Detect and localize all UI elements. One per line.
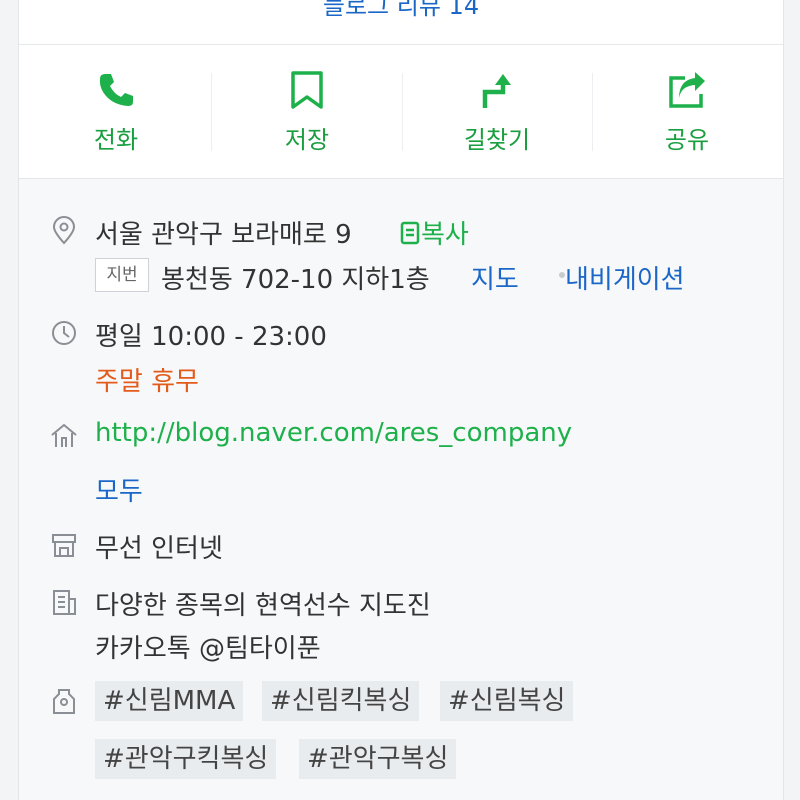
store-icon	[52, 534, 76, 557]
tag-icon	[53, 689, 75, 714]
blog-review-bar[interactable]: 블로그 리뷰 14	[19, 0, 783, 45]
description-line-2: 카카오톡 @팀타이푼	[95, 634, 321, 664]
hashtag-chip[interactable]: #신림킥복싱	[262, 681, 420, 721]
navigation-link[interactable]: 내비게이션	[565, 259, 685, 296]
jibun-badge: 지번	[95, 258, 149, 292]
road-address: 서울 관악구 보라매로 9	[95, 220, 352, 250]
jibun-address: 봉천동 702-10 지하1층	[161, 265, 430, 295]
home-icon	[51, 423, 77, 447]
share-button[interactable]: 공유	[592, 45, 782, 178]
hashtag-chip[interactable]: #신림MMA	[95, 681, 244, 721]
blog-review-link[interactable]: 블로그 리뷰 14	[19, 0, 783, 21]
clock-icon	[52, 321, 76, 345]
description-line-1: 다양한 종목의 현역선수 지도진	[95, 591, 431, 621]
copy-label: 복사	[421, 220, 469, 250]
location-pin-icon	[52, 216, 76, 245]
website-link[interactable]: http://blog.naver.com/ares_company	[95, 418, 572, 448]
share-label: 공유	[664, 126, 710, 154]
hashtag-chip[interactable]: #관악구복싱	[299, 739, 457, 779]
save-button[interactable]: 저장	[212, 45, 402, 178]
amenities-text: 무선 인터넷	[95, 534, 223, 564]
phone-icon	[99, 74, 133, 106]
hashtag-chip[interactable]: #관악구킥복싱	[95, 739, 277, 779]
share-icon	[669, 72, 705, 108]
copy-address-button[interactable]: 복사	[399, 214, 469, 251]
directions-label: 길찾기	[463, 126, 531, 154]
website-more-link[interactable]: 모두	[95, 471, 143, 508]
place-info-card: 블로그 리뷰 14 전화 저장 길찾기 공유 서울 관악구 보라매로 9 복사 …	[18, 0, 784, 800]
call-label: 전화	[93, 126, 139, 154]
hashtag-chip[interactable]: #신림복싱	[440, 681, 574, 721]
map-link[interactable]: 지도	[471, 259, 519, 296]
weekday-hours: 평일 10:00 - 23:00	[95, 322, 327, 352]
document-icon	[53, 590, 76, 615]
weekend-hours: 주말 휴무	[95, 367, 199, 397]
copy-icon	[400, 221, 420, 245]
directions-button[interactable]: 길찾기	[402, 45, 592, 178]
bookmark-icon	[291, 71, 323, 109]
save-label: 저장	[284, 126, 330, 154]
directions-icon	[482, 74, 511, 108]
action-bar: 전화 저장 길찾기 공유	[19, 45, 783, 179]
call-button[interactable]: 전화	[21, 45, 211, 178]
